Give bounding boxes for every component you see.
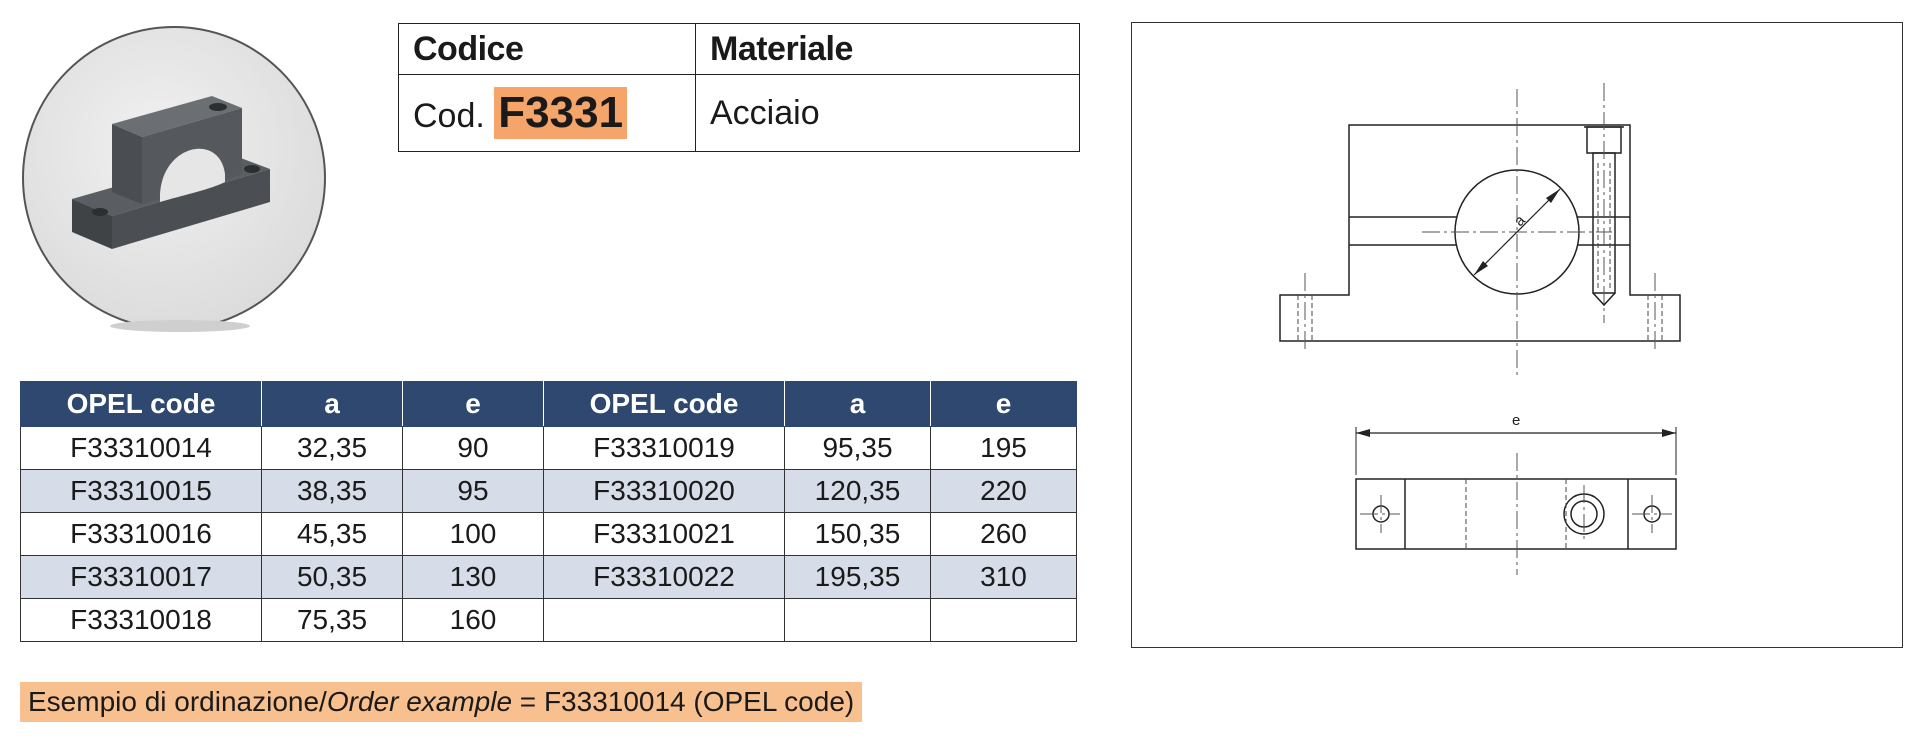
table-cell: 100 [402, 512, 544, 556]
table-cell: F33310019 [543, 426, 785, 470]
table-row: F33310017 50,35 130 F33310022 195,35 310 [20, 555, 1077, 599]
table-cell: F33310020 [543, 469, 785, 513]
product-photo [22, 26, 326, 332]
table-cell: F33310015 [20, 469, 262, 513]
cod-prefix: Cod. [413, 97, 485, 135]
table-cell [930, 598, 1077, 642]
table-row: F33310016 45,35 100 F33310021 150,35 260 [20, 512, 1077, 556]
order-example-suffix: = F33310014 (OPEL code) [512, 686, 855, 717]
dim-e-label: e [1512, 412, 1520, 429]
header-opel-code-2: OPEL code [543, 381, 785, 427]
table-cell: 220 [930, 469, 1077, 513]
order-example-prefix: Esempio di ordinazione/ [28, 686, 327, 717]
code-cell: Cod. F3331 [398, 74, 696, 152]
header-a-2: a [784, 381, 931, 427]
materiale-label: Materiale [695, 23, 1080, 75]
table-cell: 195,35 [784, 555, 931, 599]
header-e-1: e [402, 381, 544, 427]
material-value: Acciaio [695, 74, 1080, 152]
header-e-2: e [930, 381, 1077, 427]
table-cell: 120,35 [784, 469, 931, 513]
header-opel-code-1: OPEL code [20, 381, 262, 427]
table-cell: 130 [402, 555, 544, 599]
drawing-svg: a e [1279, 83, 1681, 575]
table-cell: F33310016 [20, 512, 262, 556]
order-example: Esempio di ordinazione/Order example = F… [20, 682, 863, 722]
table-row: F33310018 75,35 160 [20, 598, 1077, 642]
table-header-row: OPEL code a e OPEL code a e [20, 381, 1077, 427]
header-a-1: a [261, 381, 403, 427]
table-cell: F33310021 [543, 512, 785, 556]
table-cell: F33310018 [20, 598, 262, 642]
table-cell: 95,35 [784, 426, 931, 470]
table-cell: F33310014 [20, 426, 262, 470]
technical-drawing: a e [1131, 22, 1903, 648]
table-cell: 95 [402, 469, 544, 513]
table-cell: F33310022 [543, 555, 785, 599]
table-cell: 38,35 [261, 469, 403, 513]
table-cell: 32,35 [261, 426, 403, 470]
table-row: F33310014 32,35 90 F33310019 95,35 195 [20, 426, 1077, 470]
table-cell: 160 [402, 598, 544, 642]
table-cell [784, 598, 931, 642]
table-cell: 260 [930, 512, 1077, 556]
table-cell: 150,35 [784, 512, 931, 556]
table-cell: 310 [930, 555, 1077, 599]
table-cell: 90 [402, 426, 544, 470]
table-row: F33310015 38,35 95 F33310020 120,35 220 [20, 469, 1077, 513]
product-header-table: Codice Materiale Cod. F3331 Acciaio [398, 23, 1080, 152]
order-example-italic: Order example [326, 686, 513, 717]
table-cell [543, 598, 785, 642]
table-cell: 75,35 [261, 598, 403, 642]
product-code: F3331 [494, 87, 628, 139]
table-cell: 195 [930, 426, 1077, 470]
table-cell: 45,35 [261, 512, 403, 556]
table-cell: F33310017 [20, 555, 262, 599]
table-cell: 50,35 [261, 555, 403, 599]
opel-code-table: OPEL code a e OPEL code a e F33310014 32… [20, 381, 1077, 642]
codice-label: Codice [398, 23, 696, 75]
